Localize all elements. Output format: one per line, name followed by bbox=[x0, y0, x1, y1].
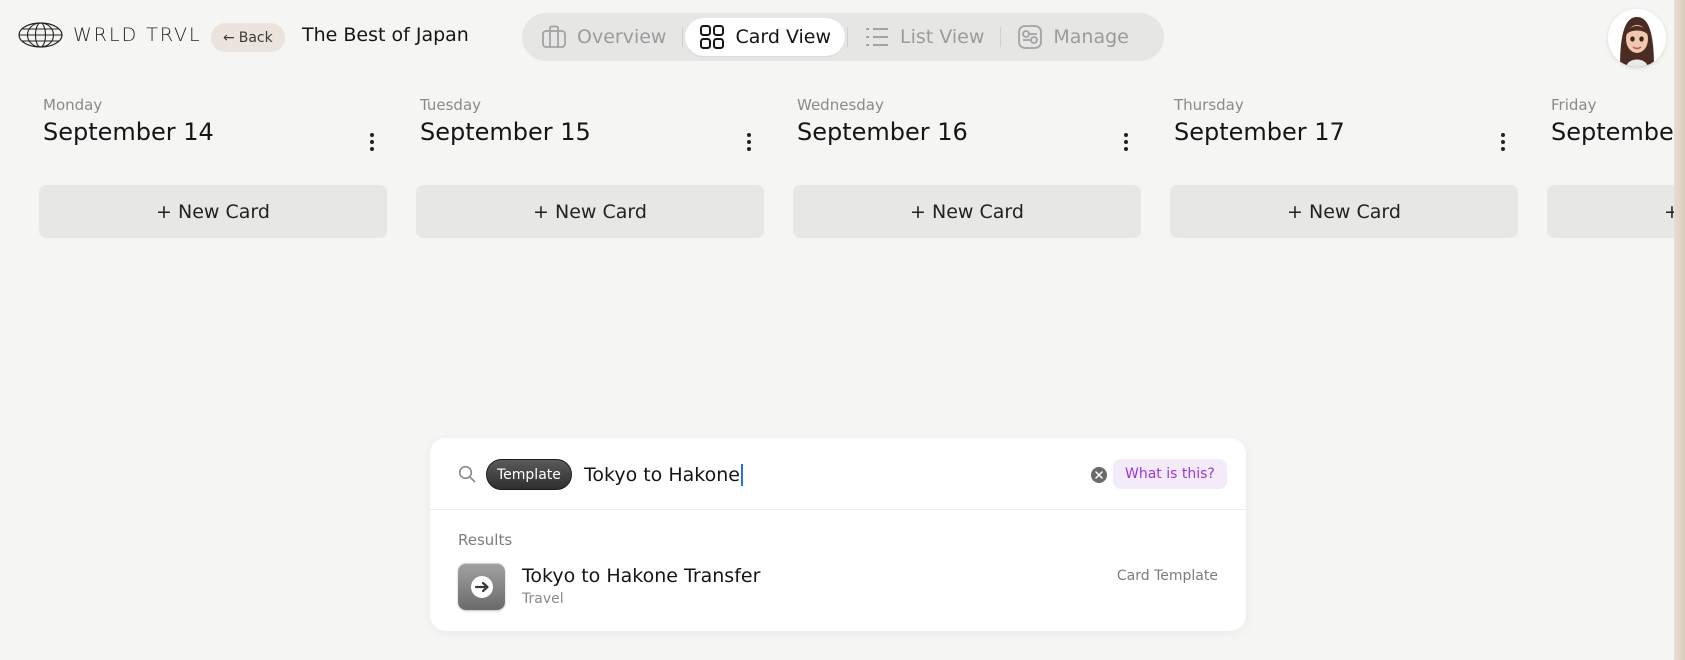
new-card-button[interactable]: + New Card bbox=[1547, 185, 1685, 238]
briefcase-icon bbox=[542, 25, 566, 48]
day-name: Thursday bbox=[1174, 96, 1244, 114]
app-page: WRLD TRVL ← Back The Best of Japan Overv… bbox=[0, 0, 1685, 660]
trip-title: The Best of Japan bbox=[302, 24, 469, 46]
results-heading: Results bbox=[458, 531, 513, 549]
result-item[interactable]: Tokyo to Hakone Transfer Travel Card Tem… bbox=[430, 560, 1246, 620]
day-column: Wednesday September 16 + New Card bbox=[793, 96, 1141, 238]
day-column: Monday September 14 + New Card bbox=[39, 96, 387, 238]
day-column: Friday September 18 + New Card bbox=[1547, 96, 1685, 238]
day-name: Wednesday bbox=[797, 96, 884, 114]
palette-search-bar: Template Tokyo to Hakone What is this? bbox=[430, 438, 1246, 510]
day-name: Tuesday bbox=[420, 96, 482, 114]
what-is-this-link[interactable]: What is this? bbox=[1113, 459, 1227, 489]
template-search-palette: Template Tokyo to Hakone What is this? R… bbox=[430, 438, 1246, 631]
new-card-button[interactable]: + New Card bbox=[416, 185, 764, 238]
tab-manage-label: Manage bbox=[1053, 26, 1129, 48]
clear-icon[interactable] bbox=[1091, 467, 1107, 483]
template-filter-chip[interactable]: Template bbox=[486, 459, 572, 490]
arrow-right-circle-icon bbox=[458, 563, 505, 610]
grid-icon bbox=[700, 25, 725, 49]
new-card-button[interactable]: + New Card bbox=[1170, 185, 1518, 238]
more-vertical-icon[interactable] bbox=[1118, 130, 1134, 154]
horizontal-scroll-edge bbox=[1674, 0, 1685, 660]
tab-overview[interactable]: Overview bbox=[527, 18, 680, 56]
tab-list-view-label: List View bbox=[900, 26, 985, 48]
avatar[interactable] bbox=[1608, 9, 1666, 67]
tab-card-view-label: Card View bbox=[735, 26, 832, 48]
day-date: September 15 bbox=[420, 118, 591, 146]
globe-icon bbox=[18, 22, 63, 48]
new-card-button[interactable]: + New Card bbox=[39, 185, 387, 238]
search-input[interactable]: Tokyo to Hakone bbox=[584, 458, 1084, 492]
day-column: Tuesday September 15 + New Card bbox=[416, 96, 764, 238]
logo[interactable]: WRLD TRVL bbox=[18, 22, 202, 48]
day-name: Friday bbox=[1551, 96, 1597, 114]
top-header: WRLD TRVL ← Back The Best of Japan Overv… bbox=[0, 0, 1685, 76]
user-avatar-icon bbox=[1608, 9, 1666, 67]
logo-text: WRLD TRVL bbox=[73, 24, 202, 46]
text-caret bbox=[740, 464, 743, 486]
search-query: Tokyo to Hakone bbox=[584, 464, 740, 486]
day-date: September 16 bbox=[797, 118, 968, 146]
view-tabs: Overview Card View List View Manage bbox=[522, 13, 1164, 61]
new-card-button[interactable]: + New Card bbox=[793, 185, 1141, 238]
tab-list-view[interactable]: List View bbox=[850, 18, 998, 56]
tab-card-view[interactable]: Card View bbox=[685, 18, 846, 56]
more-vertical-icon[interactable] bbox=[1495, 130, 1511, 154]
result-title: Tokyo to Hakone Transfer bbox=[522, 565, 761, 587]
tab-divider bbox=[1000, 27, 1002, 47]
tab-manage[interactable]: Manage bbox=[1003, 18, 1142, 56]
day-date: September 14 bbox=[43, 118, 214, 146]
list-icon bbox=[866, 28, 889, 46]
search-icon bbox=[458, 465, 476, 483]
tab-divider bbox=[847, 27, 849, 47]
day-column: Thursday September 17 + New Card bbox=[1170, 96, 1518, 238]
more-vertical-icon[interactable] bbox=[364, 130, 380, 154]
day-name: Monday bbox=[43, 96, 103, 114]
day-date: September 18 bbox=[1551, 118, 1685, 146]
tab-overview-label: Overview bbox=[577, 26, 667, 48]
settings-icon bbox=[1018, 25, 1043, 49]
back-button[interactable]: ← Back bbox=[211, 23, 285, 52]
back-label: Back bbox=[238, 29, 273, 46]
arrow-left-icon: ← bbox=[223, 29, 235, 46]
tab-divider bbox=[682, 27, 684, 47]
day-date: September 17 bbox=[1174, 118, 1345, 146]
more-vertical-icon[interactable] bbox=[741, 130, 757, 154]
result-type: Card Template bbox=[1116, 568, 1218, 584]
result-category: Travel bbox=[522, 591, 564, 607]
